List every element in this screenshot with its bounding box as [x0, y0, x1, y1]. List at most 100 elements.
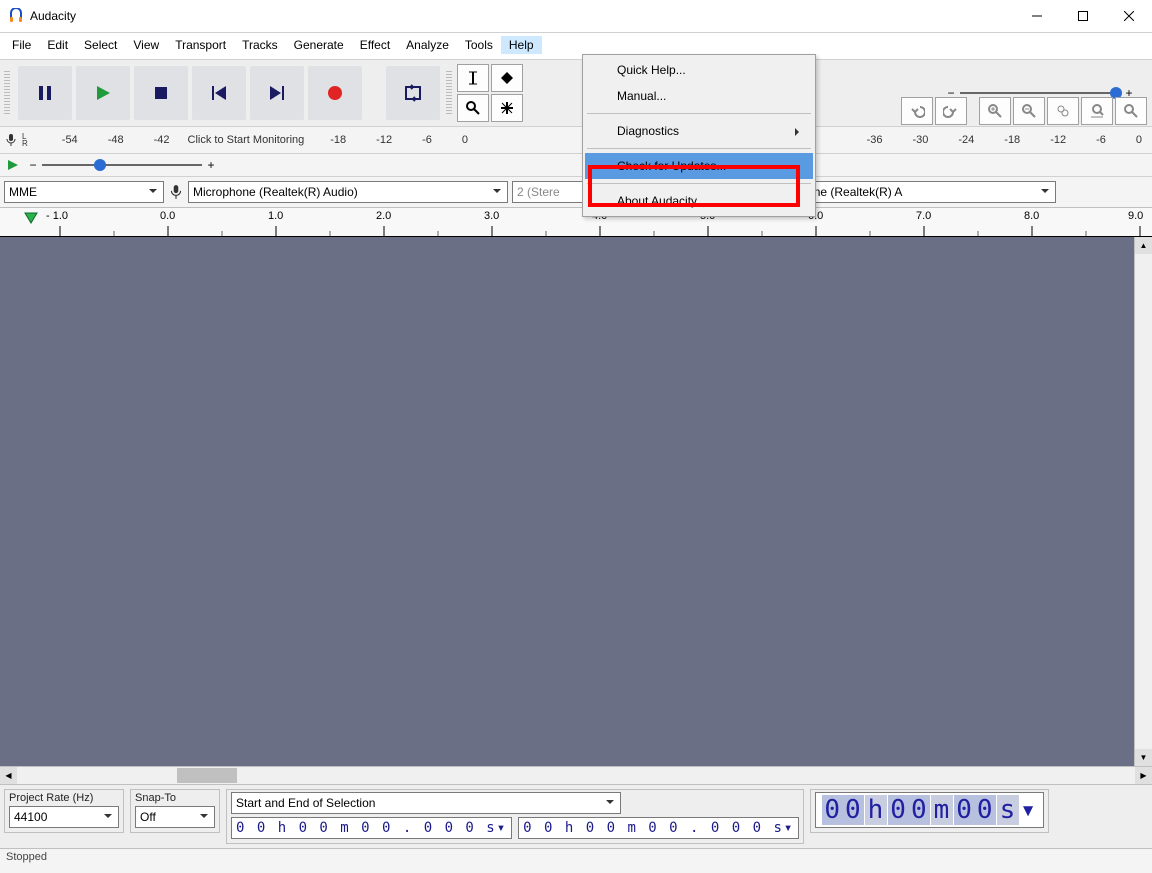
- ruler-label: 2.0: [376, 210, 391, 222]
- audacity-window: Audacity File Edit Select View Transport…: [0, 0, 1152, 873]
- menu-check-for-updates[interactable]: Check for Updates...: [585, 153, 813, 179]
- menu-edit[interactable]: Edit: [39, 36, 76, 54]
- audio-position-group: 00h00m00s▾: [810, 789, 1049, 833]
- selection-end-time[interactable]: 0 0 h 0 0 m 0 0 . 0 0 0 s▾: [518, 817, 799, 839]
- zoom-toggle-button[interactable]: [1115, 97, 1147, 125]
- meter-tick: -24: [958, 134, 974, 146]
- vertical-scrollbar[interactable]: ▲ ▼: [1134, 237, 1152, 766]
- meter-tick: -30: [912, 134, 928, 146]
- minimize-button[interactable]: [1014, 0, 1060, 32]
- playhead-icon[interactable]: [24, 212, 38, 226]
- toolbar-grip[interactable]: [4, 71, 10, 115]
- snap-to-combo[interactable]: Off: [135, 806, 215, 828]
- window-title: Audacity: [30, 9, 76, 23]
- play-button[interactable]: [76, 66, 130, 120]
- recording-level-slider[interactable]: − +: [22, 158, 222, 172]
- device-toolbar: MME Microphone (Realtek(R) Audio) 2 (Ste…: [0, 177, 1152, 208]
- multi-tool[interactable]: [491, 94, 523, 122]
- timeline-ruler[interactable]: - 1.0 0.0 1.0 2.0 3.0 4.0 5.0 6.0 7.0 8.…: [0, 208, 1152, 237]
- menu-tracks[interactable]: Tracks: [234, 36, 286, 54]
- menubar: File Edit Select View Transport Tracks G…: [0, 33, 1152, 59]
- menu-transport[interactable]: Transport: [167, 36, 234, 54]
- menu-separator: [587, 148, 811, 149]
- menu-manual[interactable]: Manual...: [585, 83, 813, 109]
- menu-analyze[interactable]: Analyze: [398, 36, 457, 54]
- pause-button[interactable]: [18, 66, 72, 120]
- project-rate-combo[interactable]: 44100: [9, 806, 119, 828]
- skip-start-button[interactable]: [192, 66, 246, 120]
- selection-toolbar: Project Rate (Hz) 44100 Snap-To Off Star…: [0, 784, 1152, 848]
- menu-effect[interactable]: Effect: [352, 36, 398, 54]
- fit-selection-button[interactable]: [1047, 97, 1079, 125]
- meter-tick: -12: [1050, 134, 1066, 146]
- menu-separator: [587, 113, 811, 114]
- help-menu-dropdown: Quick Help... Manual... Diagnostics Chec…: [582, 54, 816, 217]
- selection-start-time[interactable]: 0 0 h 0 0 m 0 0 . 0 0 0 s▾: [231, 817, 512, 839]
- menu-view[interactable]: View: [125, 36, 167, 54]
- meter-tick: -18: [1004, 134, 1020, 146]
- selection-group: Start and End of Selection 0 0 h 0 0 m 0…: [226, 789, 804, 844]
- menu-tools[interactable]: Tools: [457, 36, 501, 54]
- meter-tick: -6: [1096, 134, 1106, 146]
- meter-tick: -18: [330, 134, 346, 146]
- redo-button[interactable]: [935, 97, 967, 125]
- zoom-tool[interactable]: [457, 94, 489, 122]
- ruler-label: 9.0: [1128, 210, 1143, 222]
- envelope-tool[interactable]: [491, 64, 523, 92]
- selection-mode-combo[interactable]: Start and End of Selection: [231, 792, 621, 814]
- snap-to-group: Snap-To Off: [130, 789, 220, 833]
- skip-end-button[interactable]: [250, 66, 304, 120]
- toolbar-grip[interactable]: [446, 71, 452, 115]
- tools-cluster: [456, 65, 524, 121]
- titlebar: Audacity: [0, 0, 1152, 33]
- minus-icon: −: [28, 158, 38, 172]
- record-button[interactable]: [308, 66, 362, 120]
- window-controls: [1014, 0, 1152, 32]
- close-button[interactable]: [1106, 0, 1152, 32]
- ruler-label: 1.0: [268, 210, 283, 222]
- track-area[interactable]: ▲ ▼: [0, 237, 1152, 766]
- loop-button[interactable]: [386, 66, 440, 120]
- fit-project-button[interactable]: [1081, 97, 1113, 125]
- recording-meter[interactable]: LR -54 -48 -42 Click to Start Monitoring…: [0, 127, 1152, 154]
- menu-select[interactable]: Select: [76, 36, 125, 54]
- zoom-out-button[interactable]: [1013, 97, 1045, 125]
- ruler-label: - 1.0: [46, 210, 68, 222]
- project-rate-group: Project Rate (Hz) 44100: [4, 789, 124, 833]
- selection-tool[interactable]: [457, 64, 489, 92]
- plus-icon: +: [206, 158, 216, 172]
- undo-button[interactable]: [901, 97, 933, 125]
- meter-tick: -48: [108, 134, 124, 146]
- scroll-right-button[interactable]: ▶: [1135, 767, 1152, 784]
- ruler-label: 8.0: [1024, 210, 1039, 222]
- stop-button[interactable]: [134, 66, 188, 120]
- menu-help[interactable]: Help: [501, 36, 542, 54]
- menu-diagnostics[interactable]: Diagnostics: [585, 118, 813, 144]
- microphone-icon: [168, 184, 184, 200]
- audio-position-time[interactable]: 00h00m00s▾: [815, 792, 1044, 828]
- menu-about-audacity[interactable]: About Audacity...: [585, 188, 813, 214]
- project-rate-label: Project Rate (Hz): [9, 792, 119, 804]
- maximize-button[interactable]: [1060, 0, 1106, 32]
- zoom-in-button[interactable]: [979, 97, 1011, 125]
- meter-tick: -54: [62, 134, 78, 146]
- menu-generate[interactable]: Generate: [286, 36, 352, 54]
- horizontal-scrollbar[interactable]: ◀ ▶: [0, 766, 1152, 784]
- meter-tick: -6: [422, 134, 432, 146]
- recording-level-row: − +: [0, 154, 1152, 177]
- meter-tick: -36: [867, 134, 883, 146]
- transport-toolbar: − +: [0, 59, 1152, 127]
- scroll-up-button[interactable]: ▲: [1135, 237, 1152, 254]
- play-icon: [4, 156, 22, 174]
- menu-quick-help[interactable]: Quick Help...: [585, 57, 813, 83]
- recording-device-combo[interactable]: Microphone (Realtek(R) Audio): [188, 181, 508, 203]
- meter-hint: Click to Start Monitoring: [188, 134, 305, 146]
- scroll-left-button[interactable]: ◀: [0, 767, 17, 784]
- audio-host-combo[interactable]: MME: [4, 181, 164, 203]
- status-text: Stopped: [6, 851, 47, 863]
- ruler-label: 3.0: [484, 210, 499, 222]
- scroll-thumb[interactable]: [177, 768, 237, 783]
- microphone-icon: [4, 133, 18, 147]
- scroll-down-button[interactable]: ▼: [1135, 749, 1152, 766]
- menu-file[interactable]: File: [4, 36, 39, 54]
